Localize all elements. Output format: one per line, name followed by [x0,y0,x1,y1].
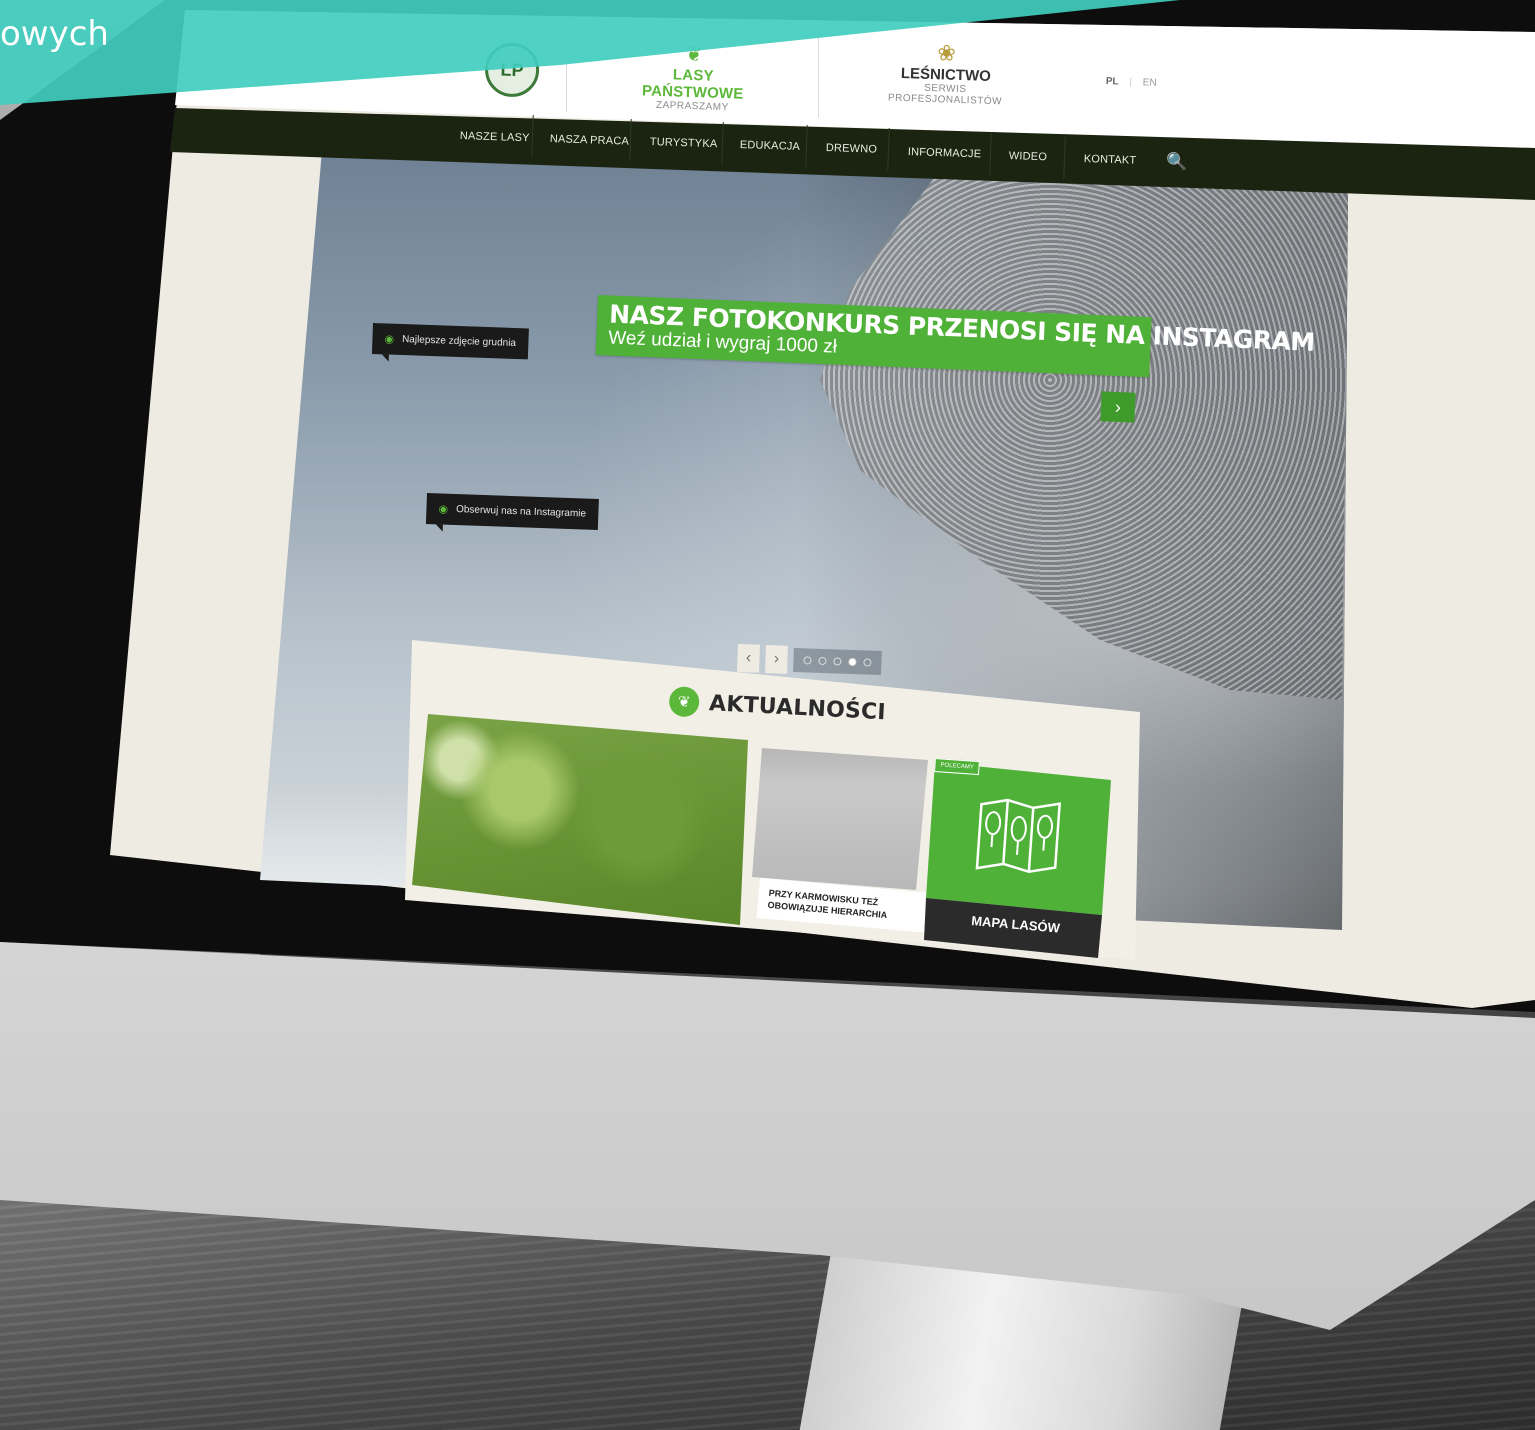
brand-lesnictwo[interactable]: ❀ LEŚNICTWO SERWIS PROFESJONALISTÓW [870,38,1022,108]
slider-dots [793,647,882,676]
slider-dot[interactable] [818,656,827,666]
slider-prev-button[interactable]: ‹ [737,644,760,673]
overlay-text: owych [0,14,109,54]
search-icon[interactable]: 🔍 [1166,152,1187,172]
nav-turystyka[interactable]: TURYSTYKA [650,136,718,150]
language-switcher: PL | EN [1106,76,1157,89]
nav-nasze-lasy[interactable]: NASZE LASY [460,130,530,144]
lang-en-link[interactable]: EN [1143,77,1157,88]
slider-dot[interactable] [803,656,812,665]
lang-pl-link[interactable]: PL [1106,76,1119,87]
tooltip-instagram[interactable]: ◉ Obserwuj nas na Instagramie [425,493,599,530]
eye-icon: ◉ [438,503,449,516]
nav-informacje[interactable]: INFORMACJE [908,146,982,160]
header-divider-2 [818,28,819,118]
nav-wideo[interactable]: WIDEO [1009,150,1048,163]
slider-dot[interactable] [848,657,857,667]
hero-next-button[interactable]: › [1100,391,1136,423]
slider-controls: ‹ › [737,644,882,677]
tooltip-instagram-label: Obserwuj nas na Instagramie [455,504,587,520]
lang-separator: | [1129,76,1133,88]
nav-drewno[interactable]: DREWNO [826,142,878,156]
nav-nasza-praca[interactable]: NASZA PRACA [550,133,630,148]
eye-icon: ◉ [384,333,395,346]
slider-dot[interactable] [863,658,872,667]
nav-edukacja[interactable]: EDUKACJA [740,139,801,153]
map-icon [972,796,1063,883]
tooltip-best-photo[interactable]: ◉ Najlepsze zdjęcie grudnia [371,323,529,360]
brand-lasy-title: LASY PAŃSTWOWE [641,66,744,103]
tooltip-best-photo-label: Najlepsze zdjęcie grudnia [401,334,517,349]
nav-kontakt[interactable]: KONTAKT [1084,153,1137,167]
slider-dot[interactable] [833,657,842,666]
leaf-icon: ❦ [668,686,700,718]
slider-next-button[interactable]: › [765,644,788,674]
